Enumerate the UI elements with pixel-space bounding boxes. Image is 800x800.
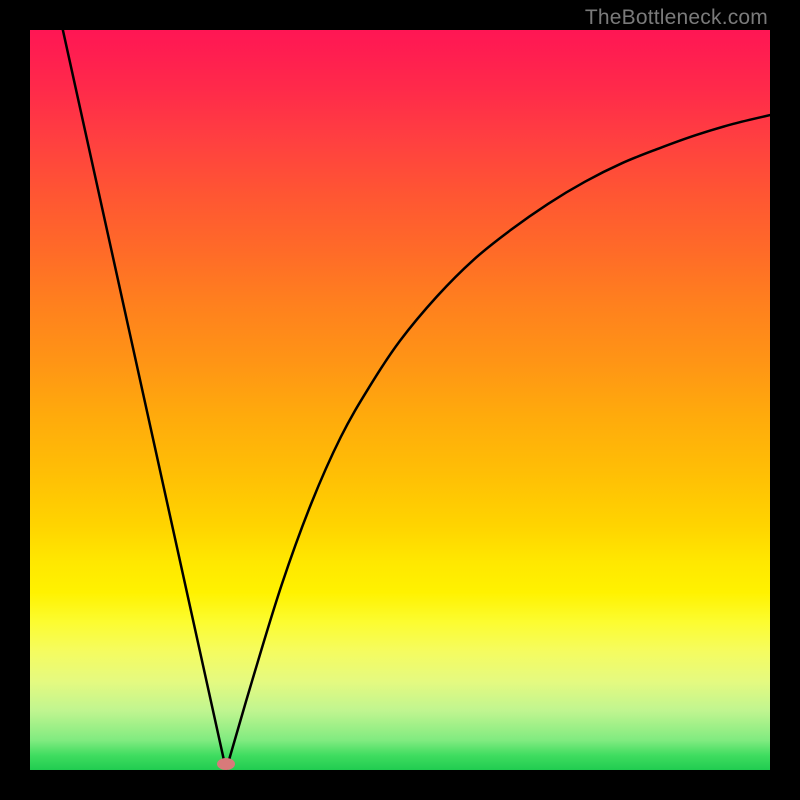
- curve-svg: [30, 30, 770, 770]
- plot-area: [30, 30, 770, 770]
- attribution-text: TheBottleneck.com: [585, 6, 768, 30]
- chart-container: TheBottleneck.com: [0, 0, 800, 800]
- bottleneck-curve: [60, 30, 770, 770]
- optimal-point-marker: [217, 758, 235, 770]
